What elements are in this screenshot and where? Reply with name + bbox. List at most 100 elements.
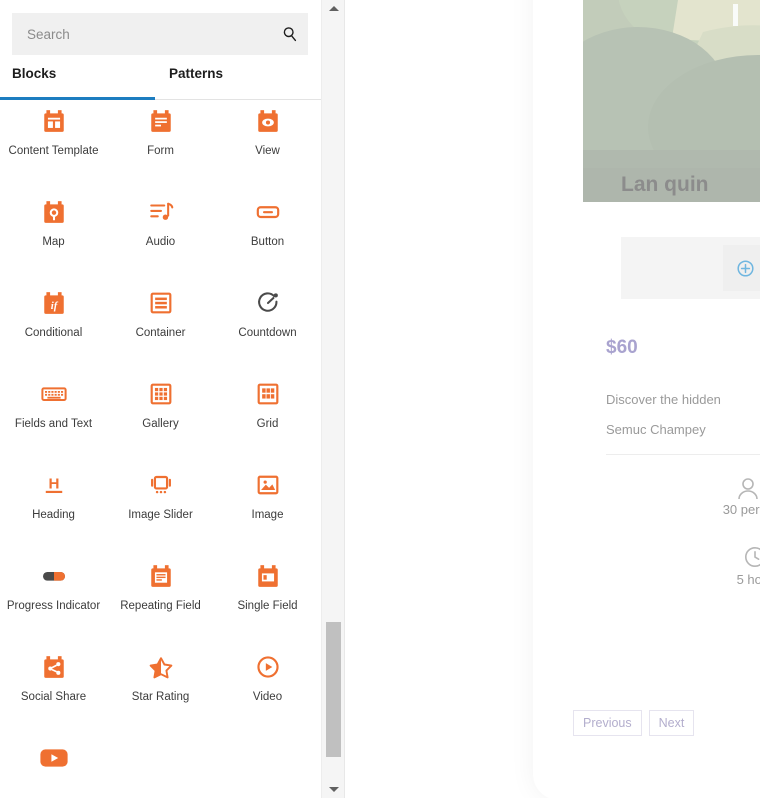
form-icon: [148, 104, 174, 138]
block-item-image-slider[interactable]: Image Slider: [107, 464, 214, 555]
fields-and-text-icon: [40, 377, 68, 411]
grid-icon: [255, 377, 281, 411]
block-item-label: Button: [250, 236, 285, 248]
block-item-label: Fields and Text: [14, 418, 93, 430]
social-share-icon: [41, 650, 67, 684]
block-item-video[interactable]: Video: [214, 646, 321, 737]
card-divider: [606, 454, 760, 455]
block-item-content-template[interactable]: Content Template: [0, 100, 107, 191]
audio-icon: [148, 195, 174, 229]
tab-blocks-label: Blocks: [12, 66, 57, 81]
tour-card: Lan quin Add $60 Discover the hidden Sem…: [583, 0, 760, 717]
card-meta-people: 30 perso: [683, 477, 760, 517]
block-item-conditional[interactable]: if Conditional: [0, 282, 107, 373]
tab-blocks[interactable]: Blocks: [12, 66, 56, 100]
block-item-label: Gallery: [142, 418, 179, 430]
block-item-repeating-field[interactable]: Repeating Field: [107, 555, 214, 646]
card-title: Lan quin: [621, 173, 709, 196]
progress-indicator-icon: [40, 559, 68, 593]
block-item-image[interactable]: Image: [214, 464, 321, 555]
block-item-label: Content Template: [8, 145, 99, 157]
image-icon: [255, 468, 281, 502]
block-item-audio[interactable]: Audio: [107, 191, 214, 282]
block-inserter-panel: Blocks Patterns Content Template Form View…: [0, 0, 321, 798]
block-item-form[interactable]: Form: [107, 100, 214, 191]
plus-circle-icon: [737, 259, 754, 277]
container-icon: [148, 286, 174, 320]
block-item-single-field[interactable]: Single Field: [214, 555, 321, 646]
conditional-icon: if: [41, 286, 67, 320]
block-item-view[interactable]: View: [214, 100, 321, 191]
search-input[interactable]: [13, 14, 273, 54]
card-price: $60: [606, 337, 638, 358]
block-item-label: Grid: [256, 418, 279, 430]
clock-icon: [745, 547, 760, 567]
block-item-countdown[interactable]: Countdown: [214, 282, 321, 373]
block-item-map[interactable]: Map: [0, 191, 107, 282]
search-field[interactable]: [12, 13, 308, 55]
content-template-icon: [41, 104, 67, 138]
block-item-grid[interactable]: Grid: [214, 373, 321, 464]
block-item-label: Single Field: [237, 600, 298, 612]
card-pager: Previous Next: [573, 710, 695, 736]
block-grid: Content Template Form View Map Audio Button if…: [0, 100, 321, 798]
search-icon[interactable]: [273, 14, 307, 54]
block-item-label: Container: [135, 327, 186, 339]
block-item-label: Star Rating: [131, 691, 190, 703]
map-icon: [41, 195, 67, 229]
scroll-down-arrow[interactable]: [322, 781, 345, 798]
youtube-icon: [39, 741, 69, 775]
heading-icon: H: [41, 468, 67, 502]
image-slider-icon: [148, 468, 174, 502]
single-field-icon: [255, 559, 281, 593]
block-item-progress-indicator[interactable]: Progress Indicator: [0, 555, 107, 646]
countdown-icon: [255, 286, 281, 320]
button-icon: [255, 195, 281, 229]
card-meta-people-label: 30 perso: [722, 502, 760, 517]
video-icon: [255, 650, 281, 684]
editor-canvas: Lan quin Add $60 Discover the hidden Sem…: [345, 0, 760, 798]
next-button[interactable]: Next: [648, 710, 695, 736]
block-item-label: Image Slider: [128, 509, 193, 521]
block-item-container[interactable]: Container: [107, 282, 214, 373]
inserter-scrollbar[interactable]: [321, 0, 345, 798]
add-block-button[interactable]: Add: [723, 245, 760, 291]
previous-button[interactable]: Previous: [573, 710, 642, 736]
card-description-line-1: Discover the hidden: [606, 392, 721, 407]
block-item-button[interactable]: Button: [214, 191, 321, 282]
tab-patterns-label: Patterns: [169, 66, 224, 81]
people-icon: [738, 478, 758, 499]
card-meta-duration: 5 hour: [695, 545, 760, 587]
block-item-label: Progress Indicator: [6, 600, 101, 612]
block-item-youtube[interactable]: [0, 737, 107, 798]
block-item-label: Countdown: [238, 327, 297, 339]
block-item-label: Social Share: [20, 691, 87, 703]
inserter-screen: Blocks Patterns Content Template Form View…: [0, 0, 760, 798]
block-item-label: Map: [42, 236, 65, 248]
block-item-fields-and-text[interactable]: Fields and Text: [0, 373, 107, 464]
view-icon: [255, 104, 281, 138]
block-item-label: Repeating Field: [120, 600, 201, 612]
block-item-label: Form: [147, 145, 174, 157]
blocks-scroll-area[interactable]: Content Template Form View Map Audio Button if…: [0, 100, 321, 798]
tab-patterns[interactable]: Patterns: [169, 66, 223, 100]
card-description-line-2: Semuc Champey: [606, 422, 706, 437]
block-item-gallery[interactable]: Gallery: [107, 373, 214, 464]
gallery-icon: [148, 377, 174, 411]
block-item-star-rating[interactable]: Star Rating: [107, 646, 214, 737]
block-item-label: Heading: [32, 509, 75, 521]
block-item-label: View: [255, 145, 280, 157]
block-item-social-share[interactable]: Social Share: [0, 646, 107, 737]
star-rating-icon: [147, 650, 175, 684]
block-item-label: Conditional: [24, 327, 83, 339]
add-block-strip: Add: [621, 237, 760, 299]
block-item-label: Audio: [145, 236, 176, 248]
scrollbar-thumb[interactable]: [326, 622, 341, 757]
block-item-heading[interactable]: H Heading: [0, 464, 107, 555]
scroll-up-arrow[interactable]: [322, 0, 345, 17]
card-meta-duration-label: 5 hour: [736, 572, 760, 587]
inserter-tabs: Blocks Patterns: [0, 66, 321, 100]
repeating-field-icon: [148, 559, 174, 593]
svg-text:H: H: [48, 475, 59, 492]
block-item-label: Image: [251, 509, 284, 521]
